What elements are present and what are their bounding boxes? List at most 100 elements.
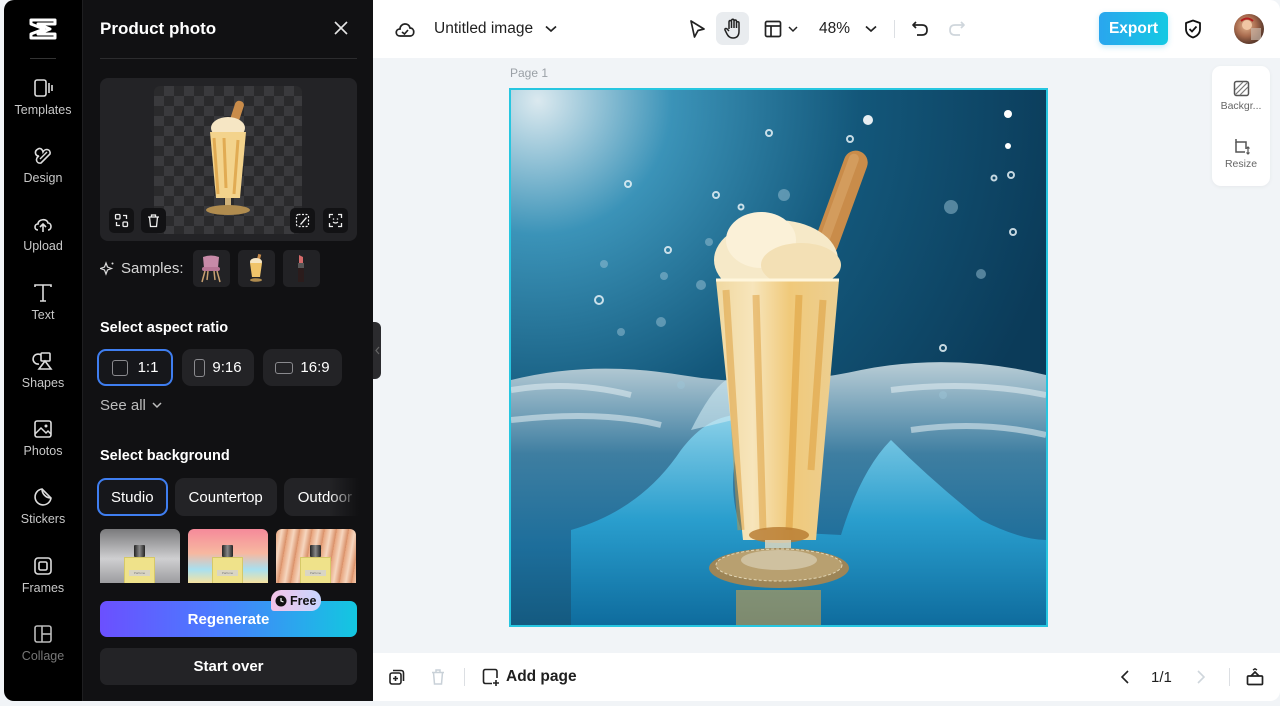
rail-label: Upload xyxy=(23,239,63,253)
ratio-label: 1:1 xyxy=(137,359,159,376)
rail-item-photos[interactable]: Photos xyxy=(4,418,82,474)
landscape-shape-icon xyxy=(275,361,294,374)
chevron-down-icon xyxy=(545,25,557,33)
bg-thumb-pastel-gradient[interactable]: Parfume xyxy=(188,529,268,583)
ratio-16-9-button[interactable]: 16:9 xyxy=(263,349,342,386)
zoom-level[interactable]: 48% xyxy=(819,18,850,40)
collapse-panel-handle[interactable] xyxy=(373,322,381,379)
export-button[interactable]: Export xyxy=(1099,12,1168,45)
chevron-left-icon xyxy=(374,346,379,355)
see-all-label: See all xyxy=(100,397,146,414)
collage-icon xyxy=(34,625,52,643)
page-label: Page 1 xyxy=(510,66,549,80)
stickers-icon xyxy=(34,488,52,506)
rail-item-templates[interactable]: Templates xyxy=(4,77,82,133)
title-menu-button[interactable] xyxy=(543,21,559,37)
hand-tool-button[interactable] xyxy=(716,12,749,45)
rail-item-collage[interactable]: Collage xyxy=(4,623,82,679)
document-title[interactable]: Untitled image xyxy=(434,18,533,40)
focus-product-button[interactable] xyxy=(323,208,348,233)
bottle-label: Parfume xyxy=(217,570,238,576)
top-bar: Untitled image 48% Export xyxy=(373,0,1280,58)
ratio-label: 16:9 xyxy=(300,359,330,376)
ratio-1-1-button[interactable]: 1:1 xyxy=(97,349,173,386)
app-window: Templates Design Upload Text Shapes Phot… xyxy=(0,0,1280,706)
bg-thumb-peach-curtain[interactable]: Parfume xyxy=(276,529,356,583)
delete-product-button[interactable] xyxy=(141,208,166,233)
rail-item-shapes[interactable]: Shapes xyxy=(4,350,82,406)
background-tabs: Studio Countertop Outdoor xyxy=(97,478,359,516)
redo-button[interactable] xyxy=(946,18,968,40)
duplicate-icon xyxy=(389,669,405,685)
side-tool-label: Backgr... xyxy=(1220,100,1262,112)
free-badge: Free xyxy=(271,590,322,611)
start-over-button[interactable]: Start over xyxy=(100,648,357,685)
templates-icon xyxy=(34,79,53,97)
layout-menu-button[interactable] xyxy=(787,22,799,36)
chevron-down-icon xyxy=(865,25,877,33)
page-manager-button[interactable] xyxy=(1245,667,1265,687)
add-page-button[interactable]: Add page xyxy=(482,667,577,687)
ratio-label: 9:16 xyxy=(212,359,242,376)
rail-label: Frames xyxy=(21,581,65,595)
bg-tab-studio[interactable]: Studio xyxy=(97,478,168,516)
bottom-divider xyxy=(464,668,465,686)
trash-icon xyxy=(432,669,444,685)
resize-tool-button[interactable]: Resize xyxy=(1212,138,1270,170)
see-all-link[interactable]: See all xyxy=(100,397,162,414)
undo-button[interactable] xyxy=(909,18,931,40)
sample-lipstick[interactable] xyxy=(282,249,320,287)
panel-title: Product photo xyxy=(100,19,217,38)
select-tool-button[interactable] xyxy=(685,17,709,41)
cloud-sync-button[interactable] xyxy=(394,18,416,40)
rail-item-upload[interactable]: Upload xyxy=(4,213,82,269)
sample-milkshake[interactable] xyxy=(237,249,275,287)
background-title: Select background xyxy=(100,448,230,464)
rail-item-text[interactable]: Text xyxy=(4,282,82,338)
next-page-button[interactable] xyxy=(1193,668,1209,686)
clock-icon xyxy=(275,595,287,606)
bg-thumb-studio-silver[interactable]: Parfume xyxy=(100,529,180,583)
rail-item-design[interactable]: Design xyxy=(4,145,82,201)
rail-item-frames[interactable]: Frames xyxy=(4,555,82,611)
user-avatar[interactable] xyxy=(1234,14,1264,44)
samples-row: Samples: xyxy=(100,249,328,287)
replace-product-button[interactable] xyxy=(109,208,134,233)
prev-page-button[interactable] xyxy=(1117,668,1133,686)
duplicate-page-button[interactable] xyxy=(387,667,407,687)
sample-chair[interactable] xyxy=(192,249,230,287)
chair-thumbnail xyxy=(201,255,221,283)
lipstick-thumbnail xyxy=(298,255,305,282)
security-button[interactable] xyxy=(1182,17,1204,41)
bottle-cap xyxy=(134,545,145,557)
rail-label: Templates xyxy=(14,103,72,117)
rail-divider xyxy=(30,58,56,59)
background-thumbnails: Parfume Parfume Parfume xyxy=(100,529,356,583)
product-cutout-image xyxy=(206,100,250,215)
bg-tab-countertop[interactable]: Countertop xyxy=(174,478,277,516)
layout-button[interactable] xyxy=(763,19,783,39)
rail-label: Shapes xyxy=(21,376,65,390)
zoom-menu-button[interactable] xyxy=(864,21,878,37)
ratio-9-16-button[interactable]: 9:16 xyxy=(182,349,254,386)
milkshake-ocean-photo xyxy=(511,90,1046,625)
hand-icon xyxy=(723,18,740,39)
bottom-bar: Add page 1/1 xyxy=(373,653,1280,701)
bottle-label-text: Parfume xyxy=(309,571,322,575)
frames-icon xyxy=(34,557,52,575)
delete-page-button[interactable] xyxy=(428,667,448,687)
rail-item-stickers[interactable]: Stickers xyxy=(4,486,82,542)
add-page-label: Add page xyxy=(506,668,577,685)
background-icon xyxy=(1233,80,1249,97)
canvas-image[interactable] xyxy=(509,88,1048,627)
edit-cutout-button[interactable] xyxy=(290,208,315,233)
bottle-cap xyxy=(222,545,233,557)
capcut-logo-icon[interactable] xyxy=(28,16,58,42)
close-icon[interactable] xyxy=(332,19,350,37)
shapes-icon xyxy=(32,352,53,370)
bg-tab-outdoor[interactable]: Outdoor xyxy=(283,478,359,516)
side-tools-panel: Backgr... Resize xyxy=(1212,66,1270,186)
rail-label: Stickers xyxy=(20,512,66,526)
background-tool-button[interactable]: Backgr... xyxy=(1212,80,1270,112)
pages-tray-icon xyxy=(1246,668,1264,686)
